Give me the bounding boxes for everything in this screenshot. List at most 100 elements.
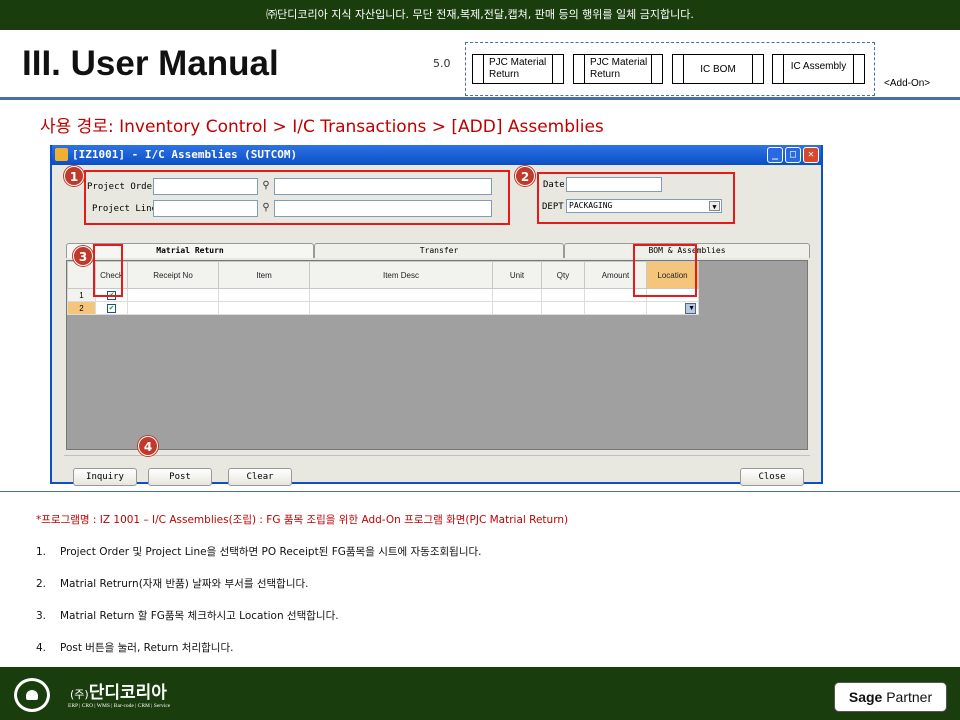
version-label: 5.0	[433, 57, 451, 70]
marker-4: 4	[138, 436, 158, 456]
company-prefix: (주)	[70, 688, 89, 701]
step-text: Project Order 및 Project Line을 선택하면 PO Re…	[60, 546, 482, 558]
step-2: 2. Matrial Retrurn(자재 반품) 날짜와 부서를 선택합니다.	[36, 576, 308, 591]
project-line-desc-field	[274, 200, 492, 217]
data-grid[interactable]: Check Receipt No Item Item Desc Unit Qty…	[66, 260, 808, 450]
page-title: III. User Manual	[22, 44, 279, 83]
checkbox-checked-icon[interactable]: ✔	[107, 304, 116, 313]
close-icon[interactable]: ✕	[803, 147, 819, 163]
tab-pjc-material-return-2[interactable]: PJC Material Return	[573, 54, 663, 84]
col-location[interactable]: Location	[646, 261, 699, 289]
receipt-no-cell[interactable]	[127, 301, 219, 315]
row-number: 2	[67, 301, 96, 315]
maximize-icon[interactable]: □	[785, 147, 801, 163]
step-1: 1. Project Order 및 Project Line을 선택하면 PO …	[36, 544, 481, 559]
project-line-label: Project Line	[92, 204, 158, 214]
col-check[interactable]: Check	[95, 261, 128, 289]
chevron-down-icon[interactable]: ▼	[685, 302, 696, 314]
project-order-desc-field	[274, 178, 492, 195]
project-line-search-icon[interactable]: ⚲	[260, 201, 272, 215]
tab-label: PJC Material Return	[590, 57, 648, 80]
project-order-label: Project Order	[87, 182, 158, 192]
row-check-cell[interactable]: ✔	[95, 288, 128, 302]
divider	[0, 97, 960, 100]
tab-ic-bom[interactable]: IC BOM	[672, 54, 764, 84]
close-button[interactable]: Close	[740, 468, 804, 486]
sage-partner-logo: Sage Partner	[834, 682, 947, 712]
clear-button[interactable]: Clear	[228, 468, 292, 486]
receipt-no-cell[interactable]	[127, 288, 219, 302]
row-number: 1	[67, 288, 96, 302]
company-name-text: 단디코리아	[88, 683, 167, 703]
item-desc-cell	[309, 301, 493, 315]
step-4: 4. Post 버튼을 눌러, Return 처리합니다.	[36, 640, 233, 655]
sage-brand: Sage	[848, 689, 883, 705]
tab-ic-assembly[interactable]: IC Assembly	[772, 54, 865, 84]
amount-cell	[584, 288, 647, 302]
tab-bom-assemblies[interactable]: BOM & Assemblies	[564, 243, 810, 258]
checkbox-checked-icon[interactable]: ✔	[107, 291, 116, 300]
date-label: Date	[543, 180, 565, 190]
table-row[interactable]: 2 ✔ ▼	[67, 301, 699, 315]
col-receipt-no[interactable]: Receipt No	[127, 261, 219, 289]
marker-1: 1	[64, 166, 84, 186]
company-tagline: ERP | CRO | WMS | Bar-code | CRM | Servi…	[68, 703, 171, 709]
window-title: [IZ1001] - I/C Assemblies (SUTCOM)	[72, 148, 298, 161]
tab-transfer[interactable]: Transfer	[314, 243, 564, 258]
col-item[interactable]: Item	[218, 261, 310, 289]
step-text: Matrial Return 할 FG품목 체크하시고 Location 선택합…	[60, 610, 339, 622]
tab-label: PJC Material Return	[489, 57, 547, 80]
grid-table: Check Receipt No Item Item Desc Unit Qty…	[67, 261, 699, 315]
project-order-input[interactable]	[153, 178, 258, 195]
tab-matrial-return[interactable]: Matrial Return	[66, 243, 314, 258]
item-cell[interactable]	[218, 288, 310, 302]
company-name: (주)단디코리아	[70, 678, 167, 703]
dept-select-value: PACKAGING	[569, 201, 613, 210]
unit-cell	[492, 288, 542, 302]
dept-select[interactable]: PACKAGING ▼	[566, 199, 722, 213]
col-qty[interactable]: Qty	[541, 261, 585, 289]
logo-icon	[14, 678, 50, 712]
partner-word: Partner	[886, 689, 933, 705]
marker-2: 2	[515, 166, 535, 186]
post-button[interactable]: Post	[148, 468, 212, 486]
step-text: Matrial Retrurn(자재 반품) 날짜와 부서를 선택합니다.	[60, 578, 309, 590]
chevron-down-icon[interactable]: ▼	[709, 201, 720, 211]
tab-label: IC Assembly	[790, 61, 847, 72]
footer: (주)단디코리아 ERP | CRO | WMS | Bar-code | CR…	[0, 667, 960, 720]
item-desc-cell	[309, 288, 493, 302]
location-cell[interactable]	[646, 288, 699, 302]
step-3: 3. Matrial Return 할 FG품목 체크하시고 Location 선…	[36, 608, 339, 623]
marker-3: 3	[73, 246, 93, 266]
row-check-cell[interactable]: ✔	[95, 301, 128, 315]
tab-label: IC BOM	[700, 64, 736, 75]
project-line-input[interactable]	[153, 200, 258, 217]
step-number: 4.	[36, 642, 47, 654]
copyright-banner: ㈜단디코리아 지식 자산입니다. 무단 전재,복제,전달,캡쳐, 판매 등의 행…	[0, 0, 960, 30]
col-item-desc[interactable]: Item Desc	[309, 261, 493, 289]
step-number: 2.	[36, 578, 47, 590]
qty-cell[interactable]	[541, 301, 585, 315]
table-row[interactable]: 1 ✔	[67, 288, 699, 302]
unit-cell	[492, 301, 542, 315]
program-note: *프로그램명 : IZ 1001 – I/C Assemblies(조립) : …	[36, 514, 569, 526]
col-unit[interactable]: Unit	[492, 261, 542, 289]
addon-label: <Add-On>	[884, 78, 931, 89]
window-body: Project Order ⚲ Project Line ⚲ Date DEPT…	[52, 165, 821, 486]
minimize-icon[interactable]: _	[767, 147, 783, 163]
tab-pjc-material-return-1[interactable]: PJC Material Return	[472, 54, 564, 84]
dept-label: DEPT	[542, 202, 564, 212]
col-amount[interactable]: Amount	[584, 261, 647, 289]
app-icon	[55, 148, 68, 161]
amount-cell	[584, 301, 647, 315]
menu-path: 사용 경로: Inventory Control > I/C Transacti…	[40, 117, 604, 137]
step-number: 3.	[36, 610, 47, 622]
item-cell[interactable]	[218, 301, 310, 315]
step-text: Post 버튼을 눌러, Return 처리합니다.	[60, 642, 234, 654]
inquiry-button[interactable]: Inquiry	[73, 468, 137, 486]
project-order-search-icon[interactable]: ⚲	[260, 179, 272, 193]
date-input[interactable]	[566, 177, 662, 192]
location-dropdown-cell[interactable]: ▼	[646, 301, 699, 315]
qty-cell[interactable]	[541, 288, 585, 302]
window-titlebar: [IZ1001] - I/C Assemblies (SUTCOM) _ □ ✕	[52, 145, 821, 165]
